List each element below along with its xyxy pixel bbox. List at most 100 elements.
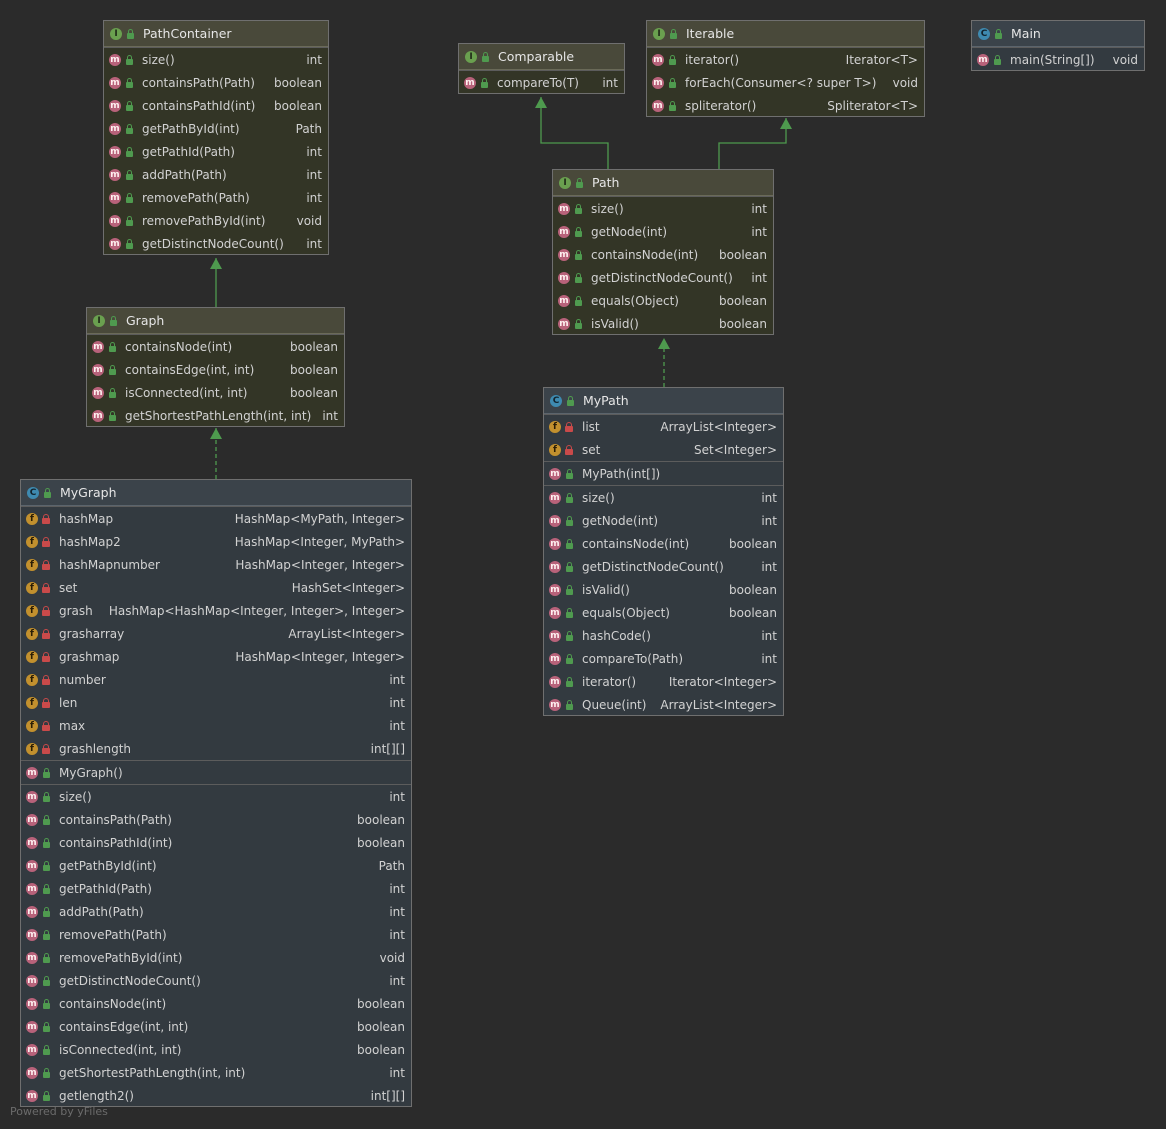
method-row[interactable]: m getDistinctNodeCount() int: [21, 969, 411, 992]
method-row[interactable]: m getlength2() int[][]: [21, 1084, 411, 1106]
method-row[interactable]: m equals(Object) boolean: [553, 289, 773, 312]
node-title[interactable]: C MyPath: [544, 388, 783, 414]
method-row[interactable]: m getShortestPathLength(int, int) int: [21, 1061, 411, 1084]
member-type: int: [761, 628, 777, 643]
method-row[interactable]: m hashCode() int: [544, 624, 783, 647]
method-row[interactable]: m removePathById(int) void: [104, 209, 328, 232]
member-name: containsEdge(int, int): [125, 362, 255, 377]
field-row[interactable]: f grasharray ArrayList<Integer>: [21, 622, 411, 645]
method-row[interactable]: m getPathById(int) Path: [21, 854, 411, 877]
field-row[interactable]: f grashmap HashMap<Integer, Integer>: [21, 645, 411, 668]
field-row[interactable]: f max int: [21, 714, 411, 737]
field-row[interactable]: f list ArrayList<Integer>: [544, 415, 783, 438]
method-icon: m: [549, 629, 561, 642]
method-row[interactable]: m MyPath(int[]): [544, 462, 783, 485]
method-row[interactable]: m containsPathId(int) boolean: [21, 831, 411, 854]
method-row[interactable]: m containsNode(int) boolean: [553, 243, 773, 266]
member-name: getShortestPathLength(int, int): [125, 408, 312, 423]
method-row[interactable]: m compareTo(Path) int: [544, 647, 783, 670]
method-row[interactable]: m getPathId(Path) int: [21, 877, 411, 900]
method-row[interactable]: m containsEdge(int, int) boolean: [87, 358, 344, 381]
member-type: boolean: [290, 385, 338, 400]
uml-node-pathcontainer[interactable]: I PathContainer m size() int m containsPath(Pa…: [103, 20, 329, 255]
node-title[interactable]: C Main: [972, 21, 1144, 47]
method-row[interactable]: m MyGraph(): [21, 761, 411, 784]
node-title[interactable]: I PathContainer: [104, 21, 328, 47]
method-row[interactable]: m forEach(Consumer<? super T>) void: [647, 71, 924, 94]
private-lock-icon: [41, 605, 51, 617]
method-row[interactable]: m containsNode(int) boolean: [87, 335, 344, 358]
field-row[interactable]: f grash HashMap<HashMap<Integer, Integer>,…: [21, 599, 411, 622]
method-row[interactable]: m getDistinctNodeCount() int: [544, 555, 783, 578]
method-row[interactable]: m size() int: [21, 785, 411, 808]
member-name: containsPath(Path): [142, 75, 255, 90]
method-row[interactable]: m getShortestPathLength(int, int) int: [87, 404, 344, 426]
method-row[interactable]: m size() int: [104, 48, 328, 71]
method-row[interactable]: m getPathById(int) Path: [104, 117, 328, 140]
node-title[interactable]: I Graph: [87, 308, 344, 334]
method-row[interactable]: m containsEdge(int, int) boolean: [21, 1015, 411, 1038]
method-row[interactable]: m isConnected(int, int) boolean: [87, 381, 344, 404]
method-icon: m: [558, 317, 570, 330]
uml-node-graph[interactable]: I Graph m containsNode(int) boolean m contains…: [86, 307, 345, 427]
method-row[interactable]: m isValid() boolean: [553, 312, 773, 334]
field-row[interactable]: f set HashSet<Integer>: [21, 576, 411, 599]
method-row[interactable]: m isValid() boolean: [544, 578, 783, 601]
member-type: int: [306, 52, 322, 67]
method-row[interactable]: m size() int: [553, 197, 773, 220]
method-icon: m: [109, 53, 121, 66]
method-row[interactable]: m getDistinctNodeCount() int: [104, 232, 328, 254]
node-name: Graph: [126, 313, 165, 328]
method-row[interactable]: m isConnected(int, int) boolean: [21, 1038, 411, 1061]
method-row[interactable]: m addPath(Path) int: [104, 163, 328, 186]
method-icon: m: [26, 1043, 38, 1056]
method-icon: m: [549, 583, 561, 596]
member-name: grasharray: [59, 626, 125, 641]
method-row[interactable]: m Queue(int) ArrayList<Integer>: [544, 693, 783, 715]
private-lock-icon: [41, 513, 51, 525]
public-lock-icon: [564, 653, 574, 665]
method-row[interactable]: m getDistinctNodeCount() int: [553, 266, 773, 289]
member-name: getPathById(int): [142, 121, 240, 136]
field-row[interactable]: f number int: [21, 668, 411, 691]
node-title[interactable]: I Comparable: [459, 44, 624, 70]
uml-node-path[interactable]: I Path m size() int m getNode(int) int m contains…: [552, 169, 774, 335]
method-row[interactable]: m addPath(Path) int: [21, 900, 411, 923]
field-row[interactable]: f hashMap2 HashMap<Integer, MyPath>: [21, 530, 411, 553]
method-row[interactable]: m containsNode(int) boolean: [544, 532, 783, 555]
method-row[interactable]: m spliterator() Spliterator<T>: [647, 94, 924, 116]
method-row[interactable]: m removePath(Path) int: [21, 923, 411, 946]
member-name: size(): [582, 490, 615, 505]
method-row[interactable]: m iterator() Iterator<Integer>: [544, 670, 783, 693]
uml-node-main[interactable]: C Main m main(String[]) void: [971, 20, 1145, 71]
method-row[interactable]: m size() int: [544, 486, 783, 509]
method-row[interactable]: m containsPathId(int) boolean: [104, 94, 328, 117]
node-title[interactable]: I Path: [553, 170, 773, 196]
method-row[interactable]: m removePath(Path) int: [104, 186, 328, 209]
method-row[interactable]: m containsPath(Path) boolean: [21, 808, 411, 831]
field-row[interactable]: f grashlength int[][]: [21, 737, 411, 760]
method-row[interactable]: m getNode(int) int: [553, 220, 773, 243]
method-row[interactable]: m main(String[]) void: [972, 48, 1144, 70]
method-row[interactable]: m getPathId(Path) int: [104, 140, 328, 163]
uml-node-iterable[interactable]: I Iterable m iterator() Iterator<T> m forEach(…: [646, 20, 925, 117]
member-section: f hashMap HashMap<MyPath, Integer> f hashMap…: [21, 506, 411, 760]
method-row[interactable]: m removePathById(int) void: [21, 946, 411, 969]
field-row[interactable]: f set Set<Integer>: [544, 438, 783, 461]
method-row[interactable]: m getNode(int) int: [544, 509, 783, 532]
node-title[interactable]: C MyGraph: [21, 480, 411, 506]
uml-node-mypath[interactable]: C MyPath f list ArrayList<Integer> f set Set<In…: [543, 387, 784, 716]
uml-node-comparable[interactable]: I Comparable m compareTo(T) int: [458, 43, 625, 94]
field-row[interactable]: f len int: [21, 691, 411, 714]
method-row[interactable]: m containsNode(int) boolean: [21, 992, 411, 1015]
member-type: int: [389, 904, 405, 919]
method-icon: m: [558, 271, 570, 284]
uml-node-mygraph[interactable]: C MyGraph f hashMap HashMap<MyPath, Integer>…: [20, 479, 412, 1107]
method-row[interactable]: m iterator() Iterator<T>: [647, 48, 924, 71]
method-row[interactable]: m equals(Object) boolean: [544, 601, 783, 624]
node-title[interactable]: I Iterable: [647, 21, 924, 47]
method-row[interactable]: m compareTo(T) int: [459, 71, 624, 93]
field-row[interactable]: f hashMapnumber HashMap<Integer, Integer>: [21, 553, 411, 576]
field-row[interactable]: f hashMap HashMap<MyPath, Integer>: [21, 507, 411, 530]
method-row[interactable]: m containsPath(Path) boolean: [104, 71, 328, 94]
